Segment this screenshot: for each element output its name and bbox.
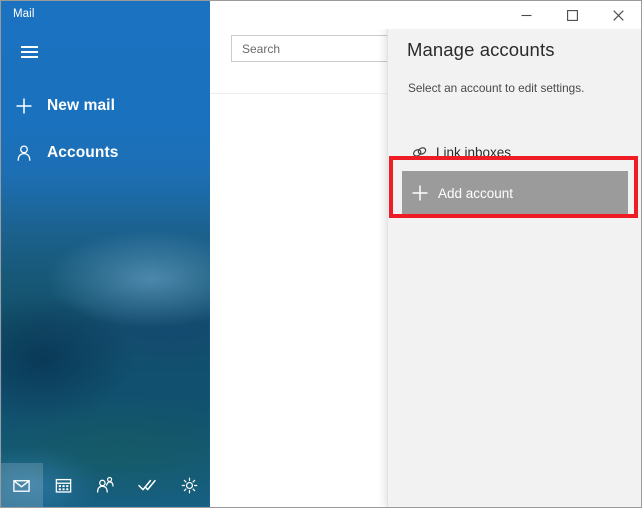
calendar-icon bbox=[55, 478, 72, 493]
search-placeholder: Search bbox=[242, 41, 281, 56]
maximize-icon bbox=[566, 9, 578, 21]
checkmark-icon bbox=[138, 479, 157, 491]
nav-button-settings[interactable] bbox=[168, 463, 210, 507]
nav-button-todo[interactable] bbox=[126, 463, 168, 507]
sidebar-item-label: New mail bbox=[47, 97, 115, 114]
people-icon bbox=[97, 476, 115, 493]
panel-row-link-inboxes[interactable]: Link inboxes bbox=[402, 133, 628, 171]
person-icon bbox=[1, 144, 47, 162]
link-icon bbox=[402, 143, 436, 162]
hamburger-lines bbox=[20, 43, 38, 61]
hamburger-menu-icon[interactable] bbox=[7, 35, 51, 69]
close-button[interactable] bbox=[595, 1, 641, 29]
list-divider bbox=[210, 93, 387, 94]
mail-app-window: New mail Accounts Search Manage accounts… bbox=[0, 0, 642, 508]
close-icon bbox=[612, 9, 624, 21]
nav-button-mail[interactable] bbox=[1, 463, 43, 507]
maximize-button[interactable] bbox=[549, 1, 595, 29]
minimize-icon bbox=[521, 14, 531, 16]
minimize-button[interactable] bbox=[503, 1, 549, 29]
sidebar-item-new-mail[interactable]: New mail bbox=[1, 87, 210, 125]
sidebar-item-label: Accounts bbox=[47, 144, 119, 161]
panel-row-label: Link inboxes bbox=[436, 144, 512, 160]
panel-title: Manage accounts bbox=[407, 39, 555, 60]
gear-icon bbox=[181, 477, 197, 493]
plus-icon bbox=[1, 97, 47, 115]
sidebar-item-accounts[interactable]: Accounts bbox=[1, 134, 210, 172]
mail-icon bbox=[13, 479, 31, 492]
nav-button-people[interactable] bbox=[85, 463, 127, 507]
manage-accounts-panel: Manage accounts Select an account to edi… bbox=[387, 29, 641, 507]
navigation-sidebar: New mail Accounts bbox=[1, 29, 210, 507]
panel-row-label: Add account bbox=[438, 185, 514, 201]
search-input[interactable]: Search bbox=[231, 35, 399, 62]
panel-row-add-account[interactable]: Add account bbox=[402, 171, 628, 215]
app-title: Mail bbox=[13, 8, 35, 20]
plus-icon bbox=[402, 183, 438, 203]
nav-button-calendar[interactable] bbox=[43, 463, 85, 507]
panel-subtitle: Select an account to edit settings. bbox=[408, 81, 585, 95]
sidebar-bottom-nav bbox=[1, 463, 210, 507]
message-list-column: Search bbox=[210, 29, 399, 507]
